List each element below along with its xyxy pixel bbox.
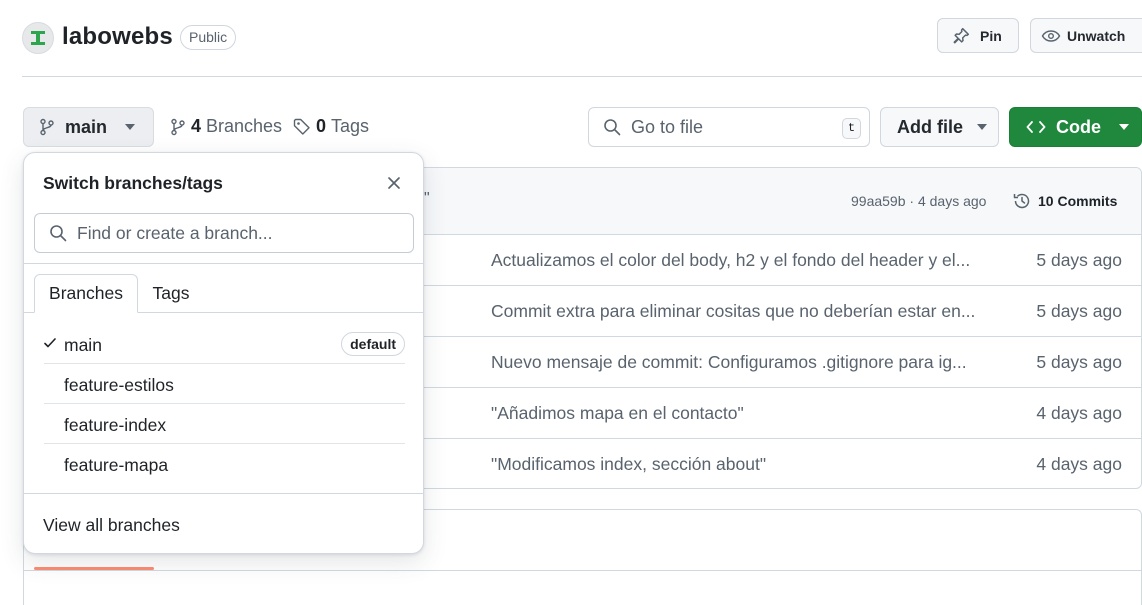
code-icon — [1026, 121, 1046, 133]
code-label: Code — [1056, 116, 1101, 137]
header-divider — [22, 76, 1142, 77]
list-item[interactable]: feature-index — [44, 404, 405, 444]
eye-icon — [1041, 29, 1061, 42]
go-to-file-box[interactable]: t — [588, 107, 870, 147]
owner-logo-icon — [31, 31, 45, 45]
branch-list: main default feature-estilos feature-ind… — [44, 324, 405, 484]
dropdown-title: Switch branches/tags — [43, 173, 223, 193]
tab-tags[interactable]: Tags — [138, 274, 204, 313]
tags-link[interactable]: 0 Tags — [293, 116, 369, 137]
unwatch-label: Unwatch — [1067, 27, 1126, 44]
commit-message-link[interactable]: "Modificamos index, sección about" — [491, 454, 981, 475]
branch-name: main — [64, 335, 102, 355]
commit-message-link[interactable]: Actualizamos el color del body, h2 y el … — [491, 250, 981, 271]
branch-name: feature-mapa — [64, 455, 169, 475]
pin-icon — [953, 27, 970, 43]
pin-label: Pin — [980, 27, 1002, 44]
readme-tab-divider — [24, 570, 1141, 571]
close-button[interactable] — [384, 173, 404, 193]
go-to-file-input[interactable] — [631, 116, 821, 138]
dropdown-tabs: Branches Tags — [34, 274, 424, 313]
commit-message-link[interactable]: Nuevo mensaje de commit: Configuramos .g… — [491, 352, 981, 373]
tags-label: Tags — [331, 116, 370, 136]
tags-count: 0 — [316, 116, 327, 136]
pin-button[interactable]: Pin — [937, 18, 1019, 53]
dropdown-divider — [24, 263, 423, 264]
add-file-label: Add file — [897, 116, 963, 137]
commit-time: 4 days ago — [1036, 454, 1122, 474]
branches-link[interactable]: 4 Branches — [170, 116, 282, 137]
repo-owner-avatar[interactable] — [22, 22, 54, 54]
list-item[interactable]: feature-estilos — [44, 364, 405, 404]
default-badge: default — [341, 332, 405, 356]
latest-commit-message[interactable]: " — [424, 190, 430, 208]
branch-search-input[interactable] — [77, 222, 397, 244]
commits-count-label: 10 Commits — [1038, 193, 1118, 209]
current-branch-label: main — [65, 116, 108, 137]
branch-selector-button[interactable]: main — [23, 107, 154, 147]
branch-search-box[interactable] — [34, 213, 414, 253]
list-item[interactable]: feature-mapa — [44, 444, 405, 484]
latest-commit-meta[interactable]: 99aa59b · 4 days ago — [851, 193, 986, 209]
chevron-down-icon — [977, 124, 987, 130]
check-icon — [44, 338, 56, 348]
commits-history-link[interactable]: 10 Commits — [1012, 191, 1117, 211]
commit-message-link[interactable]: Commit extra para eliminar cositas que n… — [491, 301, 981, 322]
branch-name: feature-index — [64, 415, 167, 435]
git-branch-icon — [171, 118, 185, 135]
chevron-down-icon — [125, 124, 136, 130]
commit-time: 5 days ago — [1036, 301, 1122, 321]
visibility-badge: Public — [180, 25, 237, 50]
add-file-button[interactable]: Add file — [880, 107, 999, 147]
chevron-down-icon — [1119, 124, 1129, 130]
commit-message-link[interactable]: "Añadimos mapa en el contacto" — [491, 403, 981, 424]
shortcut-key-hint: t — [842, 118, 861, 139]
search-icon — [604, 119, 621, 136]
tab-branches[interactable]: Branches — [34, 274, 138, 313]
git-branch-icon — [40, 118, 54, 136]
commit-time: 4 days ago — [1036, 403, 1122, 423]
branch-switcher-dropdown: Switch branches/tags Branches Tags main … — [23, 152, 424, 554]
commit-time: 5 days ago — [1036, 352, 1122, 372]
repo-name[interactable]: labowebs — [62, 23, 173, 51]
dropdown-footer-divider — [24, 493, 423, 494]
branches-label: Branches — [206, 116, 283, 136]
search-icon — [50, 225, 67, 242]
tag-icon — [293, 118, 310, 135]
view-all-branches-link[interactable]: View all branches — [43, 515, 180, 536]
unwatch-button[interactable]: Unwatch — [1030, 18, 1142, 53]
list-item[interactable]: main default — [44, 324, 405, 364]
branches-count: 4 — [191, 116, 202, 136]
close-icon — [388, 177, 400, 189]
code-button[interactable]: Code — [1009, 107, 1142, 147]
commit-time: 5 days ago — [1036, 250, 1122, 270]
branch-name: feature-estilos — [64, 375, 174, 395]
history-icon — [1013, 193, 1030, 209]
